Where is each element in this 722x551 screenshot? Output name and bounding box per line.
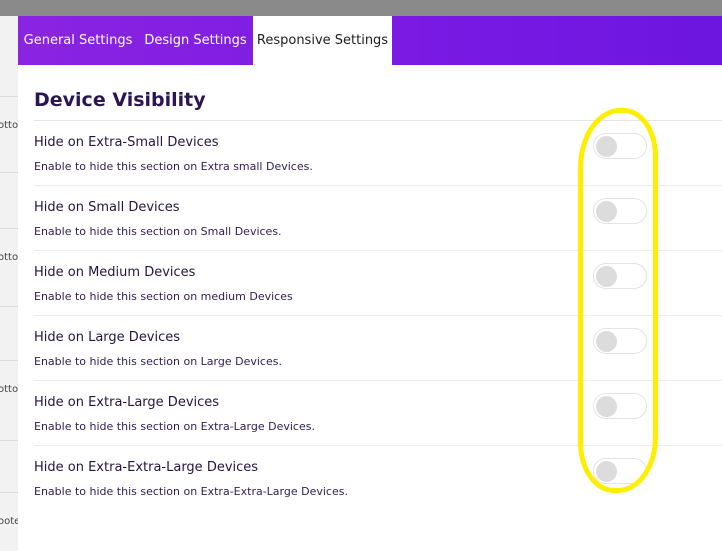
settings-modal: General Settings Design Settings Respons… — [18, 16, 722, 551]
setting-label: Hide on Extra-Small Devices — [34, 135, 219, 150]
background-text-fragment: oote — [0, 516, 18, 527]
background-text-fragment: otto — [0, 120, 18, 131]
setting-description: Enable to hide this section on medium De… — [34, 290, 293, 303]
toggle-knob — [596, 201, 617, 222]
setting-label: Hide on Extra-Large Devices — [34, 395, 220, 410]
background-divider — [0, 96, 18, 97]
background-divider — [0, 360, 18, 361]
background-divider — [0, 306, 18, 307]
setting-row-extra-large: Hide on Extra-Large Devices Enable to hi… — [34, 381, 722, 446]
background-page: otto otto otto oote — [0, 16, 18, 551]
toggle-hide-large[interactable] — [593, 328, 647, 354]
setting-label: Hide on Large Devices — [34, 330, 181, 345]
tab-bar: General Settings Design Settings Respons… — [18, 16, 722, 65]
background-divider — [0, 172, 18, 173]
setting-label: Hide on Medium Devices — [34, 265, 196, 280]
setting-row-small: Hide on Small Devices Enable to hide thi… — [34, 186, 722, 251]
toggle-hide-extra-small[interactable] — [593, 133, 647, 159]
toggle-knob — [596, 396, 617, 417]
setting-row-extra-extra-large: Hide on Extra-Extra-Large Devices Enable… — [34, 446, 722, 511]
setting-row-large: Hide on Large Devices Enable to hide thi… — [34, 316, 722, 381]
tab-responsive-settings[interactable]: Responsive Settings — [253, 16, 392, 65]
background-text-fragment: otto — [0, 252, 18, 263]
tab-design-settings[interactable]: Design Settings — [138, 16, 253, 65]
toggle-knob — [596, 461, 617, 482]
setting-row-extra-small: Hide on Extra-Small Devices Enable to hi… — [34, 121, 722, 186]
toggle-hide-medium[interactable] — [593, 263, 647, 289]
toggle-hide-small[interactable] — [593, 198, 647, 224]
tab-general-settings[interactable]: General Settings — [18, 16, 138, 65]
toggle-knob — [596, 136, 617, 157]
toggle-knob — [596, 331, 617, 352]
setting-description: Enable to hide this section on Small Dev… — [34, 225, 282, 238]
setting-description: Enable to hide this section on Extra-Ext… — [34, 485, 348, 498]
setting-label: Hide on Extra-Extra-Large Devices — [34, 460, 259, 475]
toggle-knob — [596, 266, 617, 287]
setting-description: Enable to hide this section on Extra sma… — [34, 160, 313, 173]
toggle-hide-extra-large[interactable] — [593, 393, 647, 419]
toggle-hide-extra-extra-large[interactable] — [593, 458, 647, 484]
section-title: Device Visibility — [34, 89, 206, 111]
setting-label: Hide on Small Devices — [34, 200, 180, 215]
setting-description: Enable to hide this section on Large Dev… — [34, 355, 282, 368]
background-text-fragment: otto — [0, 384, 18, 395]
background-divider — [0, 228, 18, 229]
setting-description: Enable to hide this section on Extra-Lar… — [34, 420, 315, 433]
background-divider — [0, 492, 18, 493]
setting-row-medium: Hide on Medium Devices Enable to hide th… — [34, 251, 722, 316]
background-divider — [0, 440, 18, 441]
